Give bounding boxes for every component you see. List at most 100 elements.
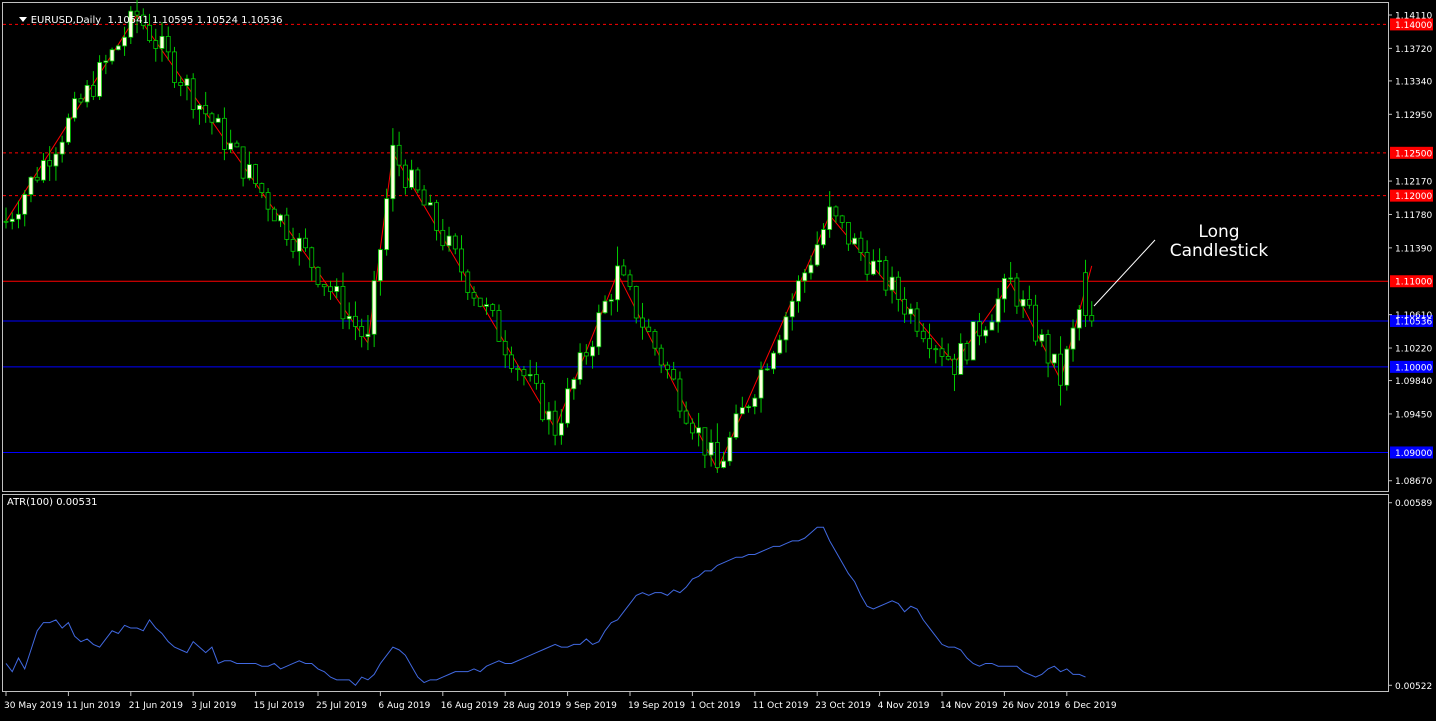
candle-body — [633, 286, 639, 319]
candle-body — [827, 206, 833, 230]
candle-body — [72, 98, 78, 119]
candle-body — [34, 176, 40, 181]
candle-body — [371, 280, 377, 335]
candle-body — [977, 321, 982, 337]
candle-body — [621, 265, 627, 276]
candle-body — [234, 142, 240, 148]
candle-body — [671, 369, 677, 380]
candle-body — [9, 218, 15, 223]
candle-body — [340, 286, 346, 320]
candle-body — [771, 352, 776, 370]
candle-body — [608, 299, 614, 302]
candle-body — [658, 347, 664, 366]
candle-body — [184, 78, 190, 86]
candle-body — [552, 410, 558, 436]
candle-body — [833, 206, 839, 217]
candle-body — [452, 235, 458, 250]
price-tick-label: 1.09840 — [1395, 377, 1432, 387]
candle-body — [902, 298, 907, 315]
candle-body — [945, 356, 951, 360]
candle-body — [41, 160, 46, 181]
time-tick-label: 23 Oct 2019 — [815, 701, 871, 711]
price-tick-label: 1.11390 — [1395, 244, 1432, 254]
time-tick-label: 9 Sep 2019 — [566, 701, 618, 711]
candle-body — [172, 51, 177, 83]
candle-body — [852, 237, 858, 245]
candle-body — [702, 427, 708, 456]
candle-body — [97, 62, 102, 97]
candle-body — [696, 427, 702, 434]
candle-body — [864, 252, 870, 275]
candle-body — [1064, 348, 1070, 386]
candle-body — [1076, 309, 1082, 329]
candle-body — [197, 104, 202, 110]
candle-body — [22, 194, 28, 215]
chart-svg[interactable]: 1.140001.125001.120001.110001.105361.100… — [0, 0, 1436, 717]
candle-body — [721, 460, 726, 468]
atr-label: ATR(100) 0.00531 — [7, 497, 98, 508]
candle-body — [577, 352, 583, 380]
candle-body — [1051, 353, 1057, 364]
candle-body — [889, 276, 895, 291]
candle-body — [677, 378, 683, 412]
candle-body — [78, 98, 84, 103]
candle-body — [434, 202, 439, 231]
time-tick-label: 11 Oct 2019 — [753, 701, 809, 711]
triangle-down-icon[interactable] — [18, 17, 27, 22]
price-level-label: 1.12500 — [1395, 149, 1432, 159]
candle-body — [153, 40, 159, 49]
candle-body — [615, 265, 620, 301]
candle-body — [465, 271, 471, 293]
candle-body — [90, 85, 96, 97]
candle-body — [415, 169, 421, 191]
candle-body — [571, 379, 577, 390]
candle-body — [496, 310, 502, 342]
candle-body — [970, 321, 976, 361]
candle-body — [296, 237, 302, 252]
candle-body — [278, 214, 283, 222]
candle-body — [746, 406, 751, 409]
candle-body — [203, 104, 209, 115]
candle-body — [253, 164, 259, 184]
candle-body — [502, 340, 508, 356]
candle-body — [365, 333, 371, 337]
candle-body — [221, 117, 227, 150]
time-tick-label: 30 May 2019 — [4, 701, 63, 711]
price-tick-label: 1.11780 — [1395, 211, 1432, 221]
price-tick-label: 1.13720 — [1395, 45, 1432, 55]
atr-tick-label: 0.00522 — [1395, 682, 1432, 692]
candle-body — [477, 297, 483, 307]
candle-body — [877, 260, 882, 263]
candle-body — [758, 369, 764, 399]
price-tick-label: 1.14110 — [1395, 11, 1432, 21]
candle-body — [353, 315, 358, 327]
candle-body — [839, 215, 845, 223]
price-tick-label: 1.08670 — [1395, 477, 1432, 487]
candle-body — [509, 354, 514, 369]
candle-body — [690, 422, 695, 434]
candle-body — [59, 141, 65, 155]
candle-body — [109, 49, 115, 62]
candle-body — [870, 260, 876, 275]
candle-body — [328, 286, 333, 292]
candle-body — [895, 276, 901, 300]
candle-body — [540, 382, 546, 421]
candle-body — [284, 214, 290, 240]
candle-body — [920, 330, 926, 340]
candle-body — [914, 308, 920, 332]
candle-body — [440, 229, 446, 247]
candle-body — [1014, 277, 1020, 307]
candle-body — [271, 208, 277, 222]
price-tick-label: 1.13340 — [1395, 77, 1432, 87]
candle-body — [883, 260, 889, 291]
price-tick-label: 1.10610 — [1395, 311, 1432, 321]
candle-body — [16, 213, 21, 220]
chart-background — [0, 0, 1436, 717]
candle-body — [1058, 353, 1063, 386]
candle-body — [814, 244, 820, 266]
candle-body — [377, 249, 383, 282]
candle-body — [427, 202, 433, 206]
candle-body — [789, 300, 795, 318]
candle-body — [683, 410, 689, 424]
time-tick-label: 14 Nov 2019 — [940, 701, 998, 711]
